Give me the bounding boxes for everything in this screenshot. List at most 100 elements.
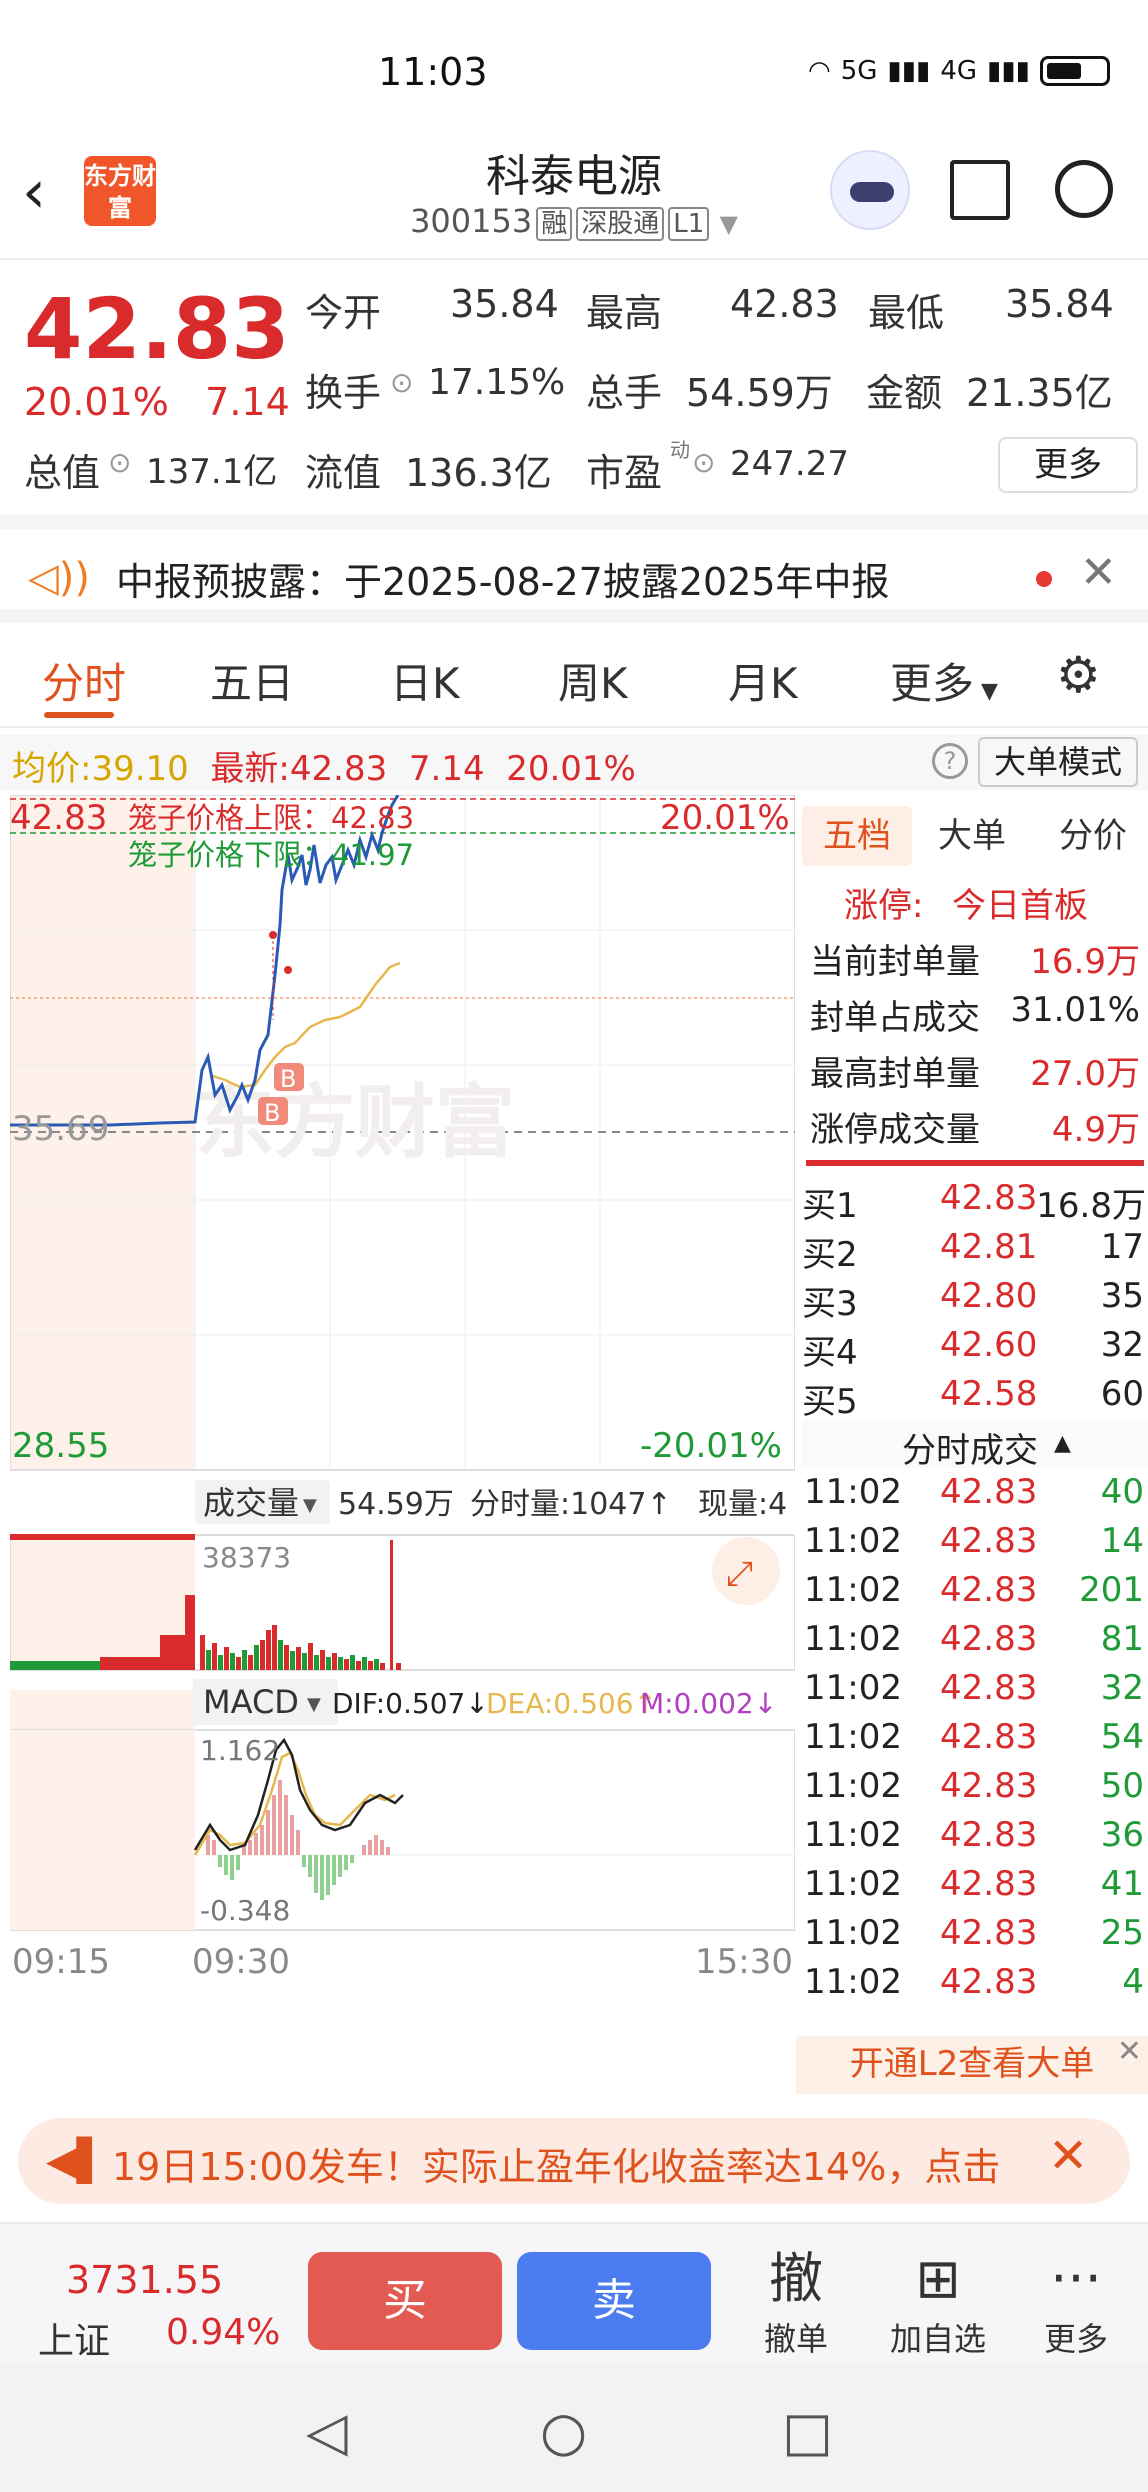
tag-level[interactable]: L1 xyxy=(668,207,710,241)
time-start: 09:15 xyxy=(12,1942,110,1982)
pe-dynamic-mark: 动 xyxy=(670,438,690,462)
tab-monthly-k[interactable]: 月K xyxy=(728,650,798,711)
time-end: 15:30 xyxy=(695,1942,793,1982)
tab-more[interactable]: 更多 ▼ xyxy=(890,650,998,711)
cancel-order-button[interactable]: 撤 撤单 xyxy=(746,2244,846,2360)
float-value: 136.3亿 xyxy=(405,451,552,495)
order-book-row: 买4 42.60 32 xyxy=(802,1325,1144,1373)
tag-connect: 深股通 xyxy=(576,207,665,241)
nav-home-icon[interactable]: ○ xyxy=(540,2400,587,2463)
intraday-chart[interactable]: 东方财富 B B 42.83 笼子价格上限：42.83 笼子价格下限：41.97… xyxy=(10,795,795,2085)
low-label: 最低 xyxy=(868,291,945,335)
trade-row: 11:02 42.83 25 xyxy=(804,1913,1144,1953)
volume-label: 总手 xyxy=(586,371,663,415)
tab-five-day[interactable]: 五日 xyxy=(210,650,294,711)
signal-bars-icon-2: ▮▮▮ xyxy=(987,56,1030,86)
price-change: 20.01% 7.14 xyxy=(24,380,290,424)
trade-row: 11:02 42.83 50 xyxy=(804,1766,1144,1806)
order-book-row: 买3 42.80 35 xyxy=(802,1276,1144,1324)
volume-max-label: 38373 xyxy=(202,1541,291,1574)
macd-min-label: -0.348 xyxy=(200,1894,290,1927)
close-icon[interactable]: ✕ xyxy=(1117,2024,1142,2080)
close-icon[interactable]: ✕ xyxy=(1048,2128,1088,2184)
tab-weekly-k[interactable]: 周K xyxy=(558,650,628,711)
notice-banner[interactable]: ◁)) 中报预披露：于2025-08-27披露2025年中报 ✕ xyxy=(0,515,1148,623)
settings-gear-icon[interactable]: ⚙ xyxy=(1056,646,1101,704)
speaker-icon: ◁)) xyxy=(28,555,90,601)
trade-bar: 3731.55 上证 0.94% 买 卖 撤 撤单 ⊞ 加自选 ··· 更多 xyxy=(0,2222,1148,2364)
promo-text[interactable]: 19日15:00发车！实际止盈年化收益率达14%，点击 xyxy=(112,2136,1032,2191)
time-open: 09:30 xyxy=(192,1942,290,1982)
trades-header[interactable]: 分时成交 ▲ xyxy=(802,1419,1148,1471)
help-icon[interactable]: ? xyxy=(932,743,968,779)
order-book-row: 买1 42.83 16.8万 xyxy=(802,1178,1146,1226)
nav-recents-icon[interactable]: □ xyxy=(782,2400,833,2463)
svg-text:▼: ▼ xyxy=(307,1694,321,1715)
tab-order-book[interactable]: 五档 xyxy=(802,806,912,866)
trade-row: 11:02 42.83 81 xyxy=(804,1619,1144,1659)
signal-5g-icon: 5G xyxy=(840,56,878,86)
info-icon[interactable]: ⊙ xyxy=(692,446,715,479)
stat-row: 涨停成交量 4.9万 xyxy=(810,1110,1140,1150)
nav-back-icon[interactable]: ◁ xyxy=(306,2400,348,2463)
promo-banner[interactable]: ◀▌ 19日15:00发车！实际止盈年化收益率达14%，点击 ✕ xyxy=(18,2118,1130,2204)
pct-top-label: 20.01% xyxy=(660,798,790,838)
volume-now: 现量:4 xyxy=(698,1487,787,1522)
high-label: 最高 xyxy=(586,291,663,335)
high-value: 42.83 xyxy=(730,282,839,326)
order-book-row: 买5 42.58 60 xyxy=(802,1374,1144,1422)
add-square-icon: ⊞ xyxy=(915,2247,961,2310)
add-watchlist-button[interactable]: ⊞ 加自选 xyxy=(888,2244,988,2360)
volume-per-min: 分时量:1047↑ xyxy=(470,1487,672,1522)
tab-big-orders[interactable]: 大单 xyxy=(922,806,1022,866)
trade-row: 11:02 42.83 40 xyxy=(804,1472,1144,1512)
mktcap-value: 137.1亿 xyxy=(146,452,278,492)
divider xyxy=(806,1160,1144,1166)
more-button[interactable]: ··· 更多 xyxy=(1026,2244,1126,2360)
info-icon[interactable]: ⊙ xyxy=(390,366,413,399)
stat-row: 最高封单量 27.0万 xyxy=(810,1054,1140,1094)
trade-row: 11:02 42.83 32 xyxy=(804,1668,1144,1708)
more-stats-button[interactable]: 更多 xyxy=(998,437,1138,493)
turnover-value: 17.15% xyxy=(428,362,566,403)
cancel-glyph: 撤 xyxy=(769,2247,823,2310)
notice-text[interactable]: 中报预披露：于2025-08-27披露2025年中报 xyxy=(116,551,890,606)
stat-row: 当前封单量 16.9万 xyxy=(810,942,1140,982)
change-abs: 7.14 xyxy=(205,380,290,424)
amount-label: 金额 xyxy=(866,371,943,415)
open-value: 35.84 xyxy=(450,282,559,326)
volume-value: 54.59万 xyxy=(686,371,833,415)
low-value: 35.84 xyxy=(1005,282,1114,326)
assistant-robot-icon[interactable] xyxy=(830,150,910,230)
share-icon[interactable] xyxy=(950,160,1010,220)
status-time: 11:03 xyxy=(378,50,488,94)
macd-bars xyxy=(206,1780,390,1900)
price-bottom-label: 28.55 xyxy=(12,1426,109,1466)
macd-m: M:0.002↓ xyxy=(640,1687,777,1720)
mktcap-label: 总值 xyxy=(24,451,101,495)
close-icon[interactable]: ✕ xyxy=(1080,547,1117,598)
limit-status: 涨停: 今日首板 xyxy=(844,886,1088,926)
index-pct[interactable]: 0.94% xyxy=(166,2312,280,2353)
tab-intraday[interactable]: 分时 xyxy=(42,650,126,711)
dropdown-icon[interactable]: ▼ xyxy=(719,210,737,238)
sell-button[interactable]: 卖 xyxy=(517,2252,711,2350)
prev-close-label: 35.69 xyxy=(12,1109,109,1149)
more-dots-icon: ··· xyxy=(1050,2247,1102,2310)
info-icon[interactable]: ⊙ xyxy=(108,446,131,479)
buy-button[interactable]: 买 xyxy=(308,2252,502,2350)
macd-selector: MACD xyxy=(203,1683,299,1721)
big-order-mode-button[interactable]: 大单模式 xyxy=(978,737,1138,787)
macd-dif: DIF:0.507↓ xyxy=(332,1687,489,1720)
tab-daily-k[interactable]: 日K xyxy=(390,650,460,711)
quote-panel: 42.83 20.01% 7.14 今开 35.84 最高 42.83 最低 3… xyxy=(0,262,1148,512)
float-label: 流值 xyxy=(305,451,382,495)
pe-label: 市盈 xyxy=(586,451,663,495)
index-value[interactable]: 3731.55 xyxy=(66,2258,223,2302)
index-name[interactable]: 上证 xyxy=(38,2312,110,2364)
search-icon[interactable] xyxy=(1055,160,1113,218)
l2-upgrade-banner[interactable]: 开通L2查看大单 ✕ xyxy=(796,2034,1148,2094)
svg-text:⤢: ⤢ xyxy=(726,1554,753,1594)
megaphone-icon: ◀▌ xyxy=(46,2138,108,2184)
tab-price-distribution[interactable]: 分价 xyxy=(1038,806,1148,866)
